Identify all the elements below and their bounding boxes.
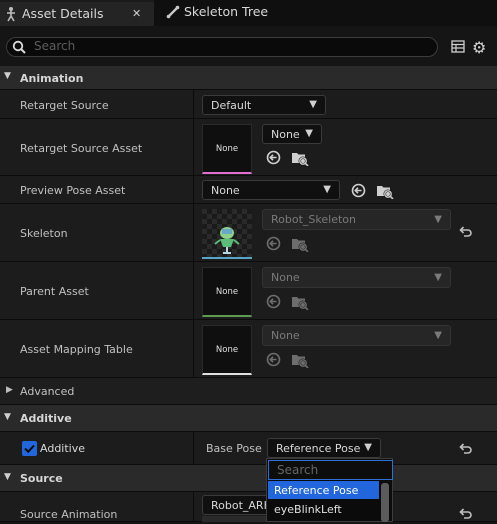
asset-thumbnail[interactable]: None: [202, 267, 252, 317]
combo-value: Reference Pose: [276, 441, 361, 455]
dropdown-search-placeholder: Search: [277, 463, 319, 477]
dropdown-item[interactable]: eyeBlinkLeft: [268, 500, 379, 518]
dropdown-item-label: Reference Pose: [274, 483, 359, 497]
category-label: Source: [20, 472, 63, 485]
browse-asset-icon[interactable]: [376, 183, 394, 203]
tab-skeleton-tree[interactable]: Skeleton Tree: [156, 0, 306, 26]
base-pose-label: Base Pose: [206, 442, 262, 455]
column-divider: [193, 492, 194, 522]
category-label: Animation: [20, 72, 84, 85]
dropdown-item-label: eyeBlinkLeft: [274, 502, 342, 516]
browse-asset-icon[interactable]: [291, 150, 309, 170]
tab-label: Asset Details: [22, 6, 104, 21]
expand-arrow-icon[interactable]: ▶: [6, 385, 13, 395]
combo-value: None: [211, 183, 240, 197]
column-divider: [193, 90, 194, 119]
search-icon: [12, 40, 26, 57]
asset-thumbnail[interactable]: None: [202, 325, 252, 375]
category-source[interactable]: [0, 465, 497, 492]
reset-to-default-icon[interactable]: [458, 443, 472, 459]
reset-to-default-icon[interactable]: [458, 226, 472, 242]
advanced-label: Advanced: [20, 385, 75, 398]
collapse-arrow-icon[interactable]: ▼: [4, 472, 11, 482]
chevron-down-icon: ▼: [434, 213, 442, 225]
base-pose-combo[interactable]: Reference Pose ▼: [267, 438, 381, 458]
thumbnail-label: None: [215, 143, 239, 154]
column-divider: [193, 176, 194, 204]
combo-value: None: [271, 271, 300, 284]
asset-picker-combo[interactable]: None ▼: [262, 124, 322, 144]
combo-value: Robot_ARKi: [211, 498, 274, 512]
asset-thumbnail[interactable]: None: [202, 124, 252, 174]
collapse-arrow-icon[interactable]: ▼: [4, 412, 11, 422]
browse-asset-icon[interactable]: [291, 294, 309, 314]
tab-label: Skeleton Tree: [184, 4, 269, 19]
combo-value: Robot_Skeleton: [271, 213, 356, 226]
use-selected-asset-icon[interactable]: [266, 236, 281, 255]
combo-value: None: [271, 329, 300, 342]
column-divider: [193, 204, 194, 262]
thumbnail-label: None: [215, 344, 239, 355]
category-additive[interactable]: [0, 405, 497, 432]
chevron-down-icon: ▼: [323, 183, 331, 195]
use-selected-asset-icon[interactable]: [266, 352, 281, 371]
property-label: Retarget Source: [20, 99, 109, 112]
dropdown-search-input[interactable]: Search: [268, 460, 393, 480]
chevron-down-icon: ▼: [364, 441, 372, 453]
checkmark-icon: [24, 444, 35, 454]
browse-asset-icon[interactable]: [291, 236, 309, 256]
chevron-down-icon: ▼: [305, 127, 313, 139]
skeleton-combo[interactable]: Robot_Skeleton ▼: [262, 209, 451, 230]
column-divider: [193, 432, 194, 465]
source-animation-combo[interactable]: Robot_ARKi: [202, 495, 274, 515]
table-view-icon[interactable]: [451, 40, 465, 56]
combo-value: Default: [211, 98, 252, 112]
tab-asset-details[interactable]: Asset Details ✕: [0, 0, 154, 26]
chevron-down-icon: ▼: [434, 329, 442, 341]
preview-pose-combo[interactable]: None ▼: [202, 180, 340, 200]
settings-gear-icon[interactable]: ⚙: [472, 38, 486, 57]
asset-icon: [4, 6, 18, 25]
advanced-row[interactable]: [0, 378, 497, 405]
search-placeholder: Search: [34, 39, 76, 53]
use-selected-asset-icon[interactable]: [351, 183, 366, 202]
close-icon[interactable]: ✕: [132, 7, 141, 20]
column-divider: [193, 119, 194, 176]
bone-icon: [166, 5, 180, 22]
chevron-down-icon: ▼: [309, 98, 317, 110]
retarget-source-combo[interactable]: Default ▼: [202, 95, 326, 115]
column-divider: [193, 320, 194, 378]
property-label: Asset Mapping Table: [20, 343, 133, 356]
property-label: Skeleton: [20, 227, 68, 240]
thumbnail-label: None: [215, 286, 239, 297]
combo-value: None: [271, 127, 300, 141]
collapse-arrow-icon[interactable]: ▼: [4, 71, 11, 81]
use-selected-asset-icon[interactable]: [266, 150, 281, 169]
robot-preview-icon: [202, 209, 252, 257]
property-label: Parent Asset: [20, 285, 89, 298]
source-animation-combo-lower: [202, 516, 272, 522]
dropdown-item-selected[interactable]: Reference Pose: [268, 481, 379, 499]
property-label: Retarget Source Asset: [20, 142, 143, 155]
dropdown-scrollbar[interactable]: [381, 483, 389, 522]
parent-asset-combo[interactable]: None ▼: [262, 267, 451, 288]
skeleton-thumbnail[interactable]: [202, 209, 252, 259]
chevron-down-icon: ▼: [434, 271, 442, 283]
category-label: Additive: [20, 412, 72, 425]
browse-asset-icon[interactable]: [291, 352, 309, 372]
use-selected-asset-icon[interactable]: [266, 294, 281, 313]
property-label: Source Animation: [20, 508, 118, 521]
additive-checkbox[interactable]: [22, 441, 37, 456]
column-divider: [193, 262, 194, 320]
asset-mapping-table-combo[interactable]: None ▼: [262, 325, 451, 346]
property-label: Additive: [40, 442, 85, 455]
property-label: Preview Pose Asset: [20, 184, 126, 197]
